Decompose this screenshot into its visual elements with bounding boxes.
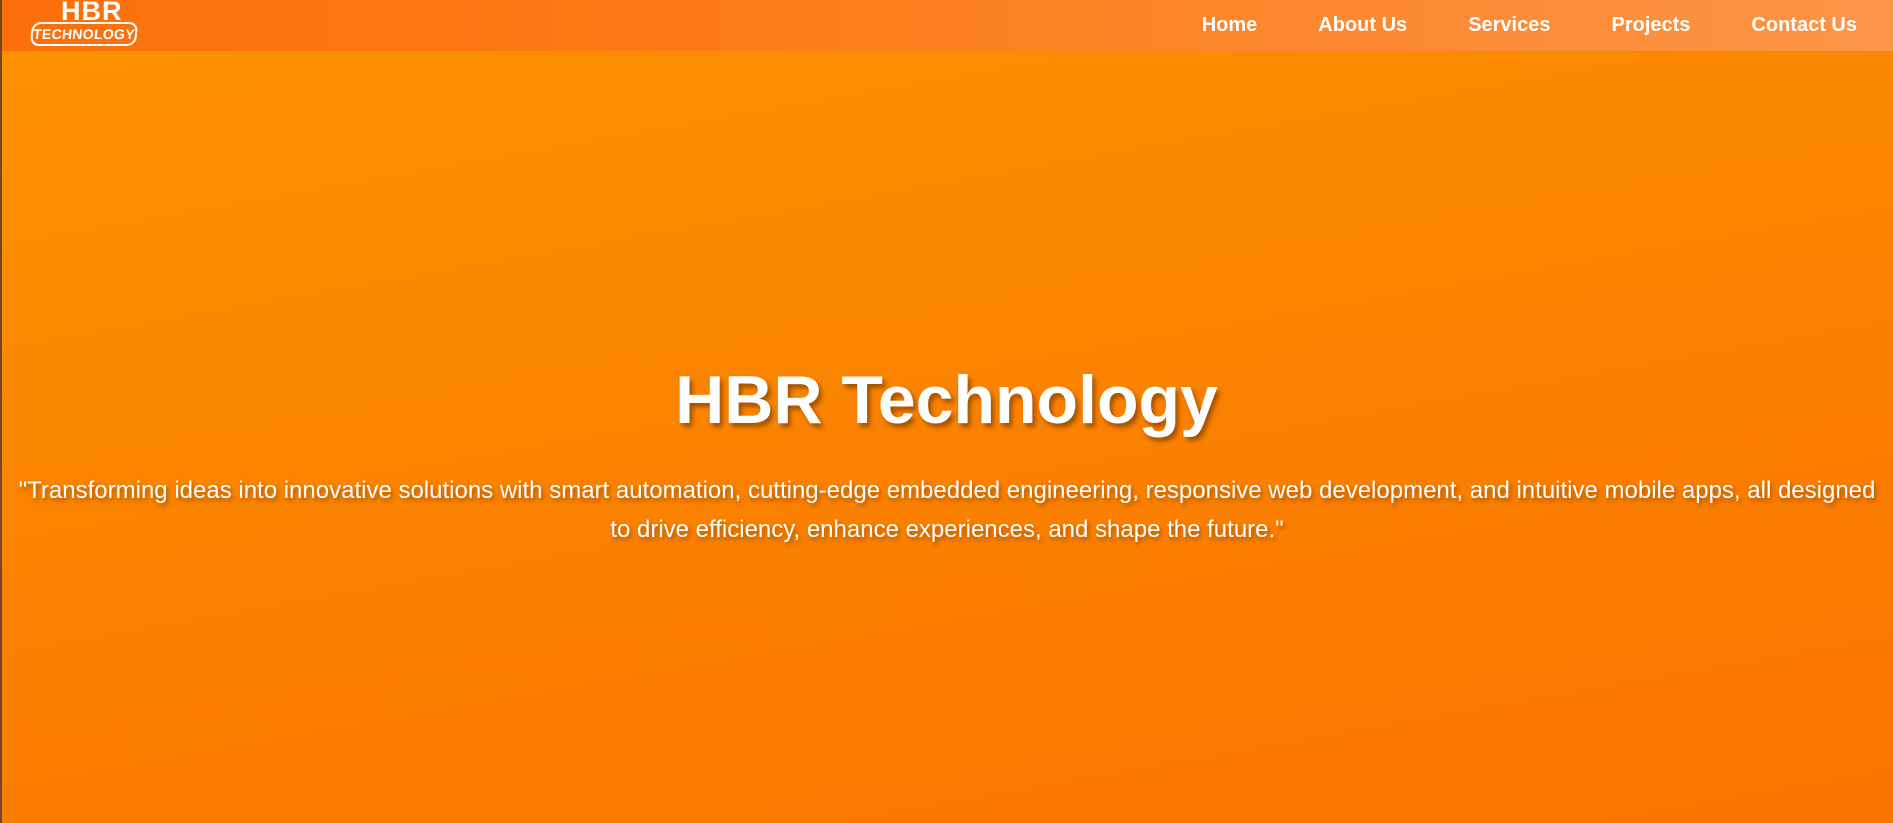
nav-link-contact-us[interactable]: Contact Us: [1751, 14, 1857, 37]
hero-tagline: "Transforming ideas into innovative solu…: [18, 477, 1876, 543]
hero-section: HBR Technology "Transforming ideas into …: [0, 0, 1893, 823]
nav-link-services[interactable]: Services: [1468, 14, 1550, 37]
logo-badge: TECHNOLOGY: [29, 22, 139, 46]
nav-link-home[interactable]: Home: [1202, 14, 1258, 37]
hero-title: HBR Technology: [675, 362, 1218, 438]
window-left-border: [0, 0, 2, 823]
nav-link-about-us[interactable]: About Us: [1318, 14, 1407, 37]
logo-wordmark-bottom: TECHNOLOGY: [32, 26, 136, 42]
main-nav: Home About Us Services Projects Contact …: [1202, 0, 1857, 51]
top-navbar: HBR TECHNOLOGY Home About Us Services Pr…: [0, 0, 1893, 51]
brand-logo[interactable]: HBR TECHNOLOGY: [29, 0, 143, 51]
nav-link-projects[interactable]: Projects: [1611, 14, 1690, 37]
